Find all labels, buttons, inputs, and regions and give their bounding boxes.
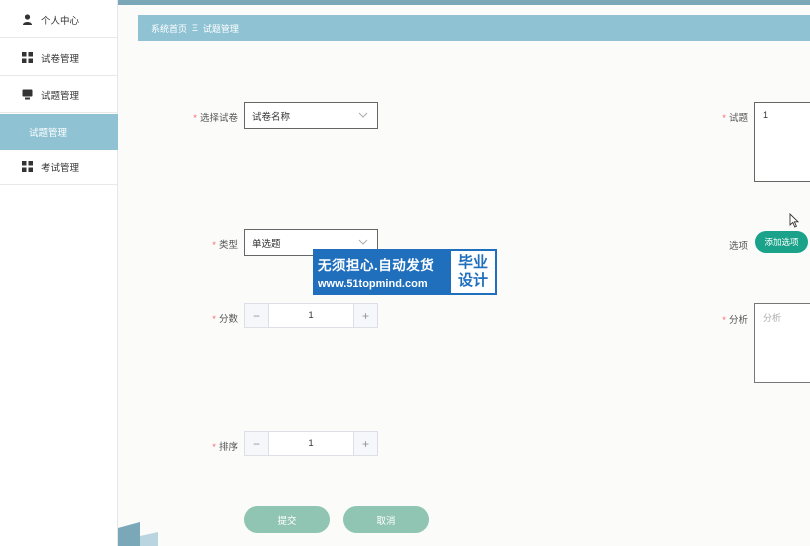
type-label: * 类型	[212, 240, 238, 251]
breadcrumb-home[interactable]: 系统首页	[151, 22, 187, 35]
breadcrumb: 系统首页 Ξ 试题管理	[138, 15, 810, 41]
sidebar: 个人中心 试卷管理 试题管理 试题管理 考试管理	[0, 0, 118, 546]
decrement-button[interactable]: −	[245, 432, 269, 455]
order-stepper[interactable]: − 1 +	[244, 431, 378, 456]
sidebar-item-label: 个人中心	[41, 15, 80, 27]
cancel-button[interactable]: 取消	[343, 506, 429, 533]
paper-label: * 选择试卷	[193, 113, 238, 124]
sidebar-item-label: 试题管理	[29, 128, 68, 139]
score-value[interactable]: 1	[269, 304, 353, 327]
watermark-banner: 无须担心.自动发货 www.51topmind.com 毕业 设计	[313, 249, 497, 295]
order-value[interactable]: 1	[269, 432, 353, 455]
chevron-down-icon	[358, 239, 368, 245]
chevron-down-icon	[358, 112, 368, 118]
watermark-slogan: 无须担心.自动发货	[318, 258, 435, 273]
order-label: * 排序	[212, 442, 238, 453]
paper-select[interactable]: 试卷名称	[244, 102, 378, 129]
score-stepper[interactable]: − 1 +	[244, 303, 378, 328]
question-label: * 试题	[722, 113, 748, 124]
grid-icon	[22, 52, 33, 63]
add-option-button[interactable]: 添加选项	[755, 231, 808, 253]
watermark-url: www.51topmind.com	[318, 278, 428, 290]
paper-select-value: 试卷名称	[252, 111, 291, 123]
score-label: * 分数	[212, 314, 238, 325]
sidebar-item-label: 考试管理	[41, 162, 80, 174]
sidebar-item-question-management[interactable]: 试题管理	[0, 77, 118, 113]
grid-icon	[22, 161, 33, 172]
analysis-textarea[interactable]: 分析	[754, 303, 810, 383]
decorative-shape	[118, 522, 158, 546]
sidebar-item-paper-management[interactable]: 试卷管理	[0, 40, 118, 76]
options-label: 选项	[728, 241, 748, 252]
monitor-icon	[22, 89, 33, 100]
increment-button[interactable]: +	[353, 304, 377, 327]
mouse-cursor-icon	[789, 213, 799, 228]
watermark-badge-line1: 毕业	[457, 254, 488, 271]
submit-button[interactable]: 提交	[244, 506, 330, 533]
user-icon	[22, 14, 33, 25]
sidebar-item-label: 试题管理	[41, 90, 80, 102]
type-select-value: 单选题	[252, 238, 281, 250]
sidebar-subitem-question-management[interactable]: 试题管理	[0, 114, 118, 150]
breadcrumb-current: 试题管理	[202, 23, 239, 34]
increment-button[interactable]: +	[353, 432, 377, 455]
sidebar-item-personal-center[interactable]: 个人中心	[0, 2, 118, 38]
analysis-label: * 分析	[722, 315, 748, 326]
sidebar-item-exam-management[interactable]: 考试管理	[0, 149, 118, 185]
decrement-button[interactable]: −	[245, 304, 269, 327]
sidebar-item-label: 试卷管理	[41, 53, 80, 65]
question-textarea[interactable]: 1	[754, 102, 810, 182]
breadcrumb-separator: Ξ	[192, 23, 198, 33]
watermark-badge-line2: 设计	[457, 272, 488, 289]
